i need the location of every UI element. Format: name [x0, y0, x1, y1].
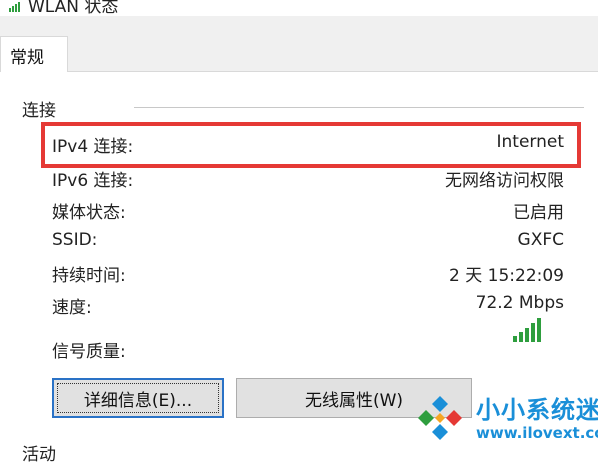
group-label-connection: 连接	[22, 96, 56, 121]
panel-top-border	[68, 71, 598, 72]
group-divider-connection	[134, 107, 584, 108]
row-label-signal-quality: 信号质量:	[52, 342, 126, 362]
watermark: 小小系统迷 www.ilovext.com	[410, 386, 598, 448]
window-title: WLAN 状态	[28, 0, 119, 16]
tab-general[interactable]: 常规	[0, 36, 68, 72]
title-bar: WLAN 状态	[0, 0, 598, 16]
highlight-box-ipv4	[41, 122, 581, 168]
watermark-logo-icon	[418, 396, 462, 440]
row-label-speed: 速度:	[52, 298, 92, 318]
wifi-signal-icon	[9, 2, 20, 12]
row-label-media-state: 媒体状态:	[52, 203, 126, 223]
wireless-properties-button-label: 无线属性(W)	[304, 390, 404, 411]
row-label-ssid: SSID:	[52, 230, 98, 250]
row-value-speed: 72.2 Mbps	[475, 293, 564, 313]
watermark-url: www.ilovext.com	[476, 424, 598, 442]
tab-general-label: 常规	[10, 48, 44, 68]
signal-strength-icon	[513, 318, 541, 342]
row-value-ssid: GXFC	[517, 230, 564, 250]
row-label-ipv6: IPv6 连接:	[52, 171, 134, 191]
tab-strip	[0, 16, 598, 72]
group-label-activity: 活动	[22, 440, 56, 465]
row-value-media-state: 已启用	[513, 203, 564, 223]
row-label-duration: 持续时间:	[52, 266, 126, 286]
details-button[interactable]: 详细信息(E)...	[52, 378, 224, 418]
details-button-label: 详细信息(E)...	[83, 390, 193, 411]
row-value-ipv6: 无网络访问权限	[445, 171, 564, 191]
watermark-brand: 小小系统迷	[476, 396, 598, 424]
row-value-duration: 2 天 15:22:09	[449, 266, 564, 286]
